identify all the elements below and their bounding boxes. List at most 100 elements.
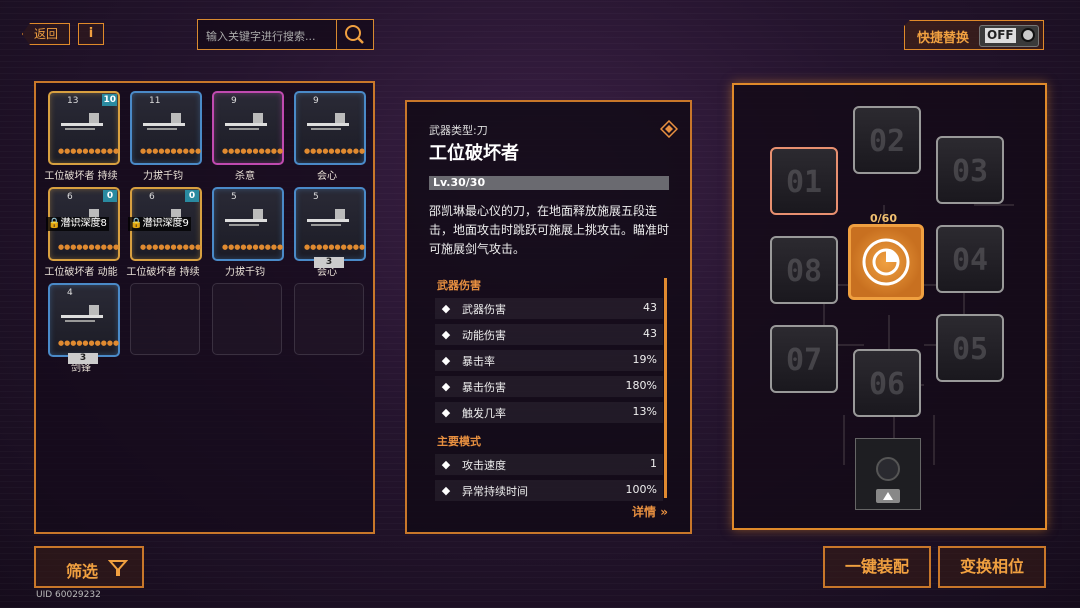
weapon-name: 工位破坏者 — [429, 143, 519, 164]
module-slot[interactable]: 08 — [770, 236, 838, 304]
stat-row: ◆ 攻击速度 1 — [435, 454, 663, 475]
scrollbar[interactable] — [664, 278, 667, 498]
stat-value: 1 — [650, 457, 657, 470]
stat-row: ◆ 武器伤害 43 — [435, 298, 663, 319]
duration-icon: ◆ — [441, 484, 451, 497]
item-rank-dots: ●●●●●●●●●● — [222, 243, 284, 251]
item-count: 3 — [314, 257, 344, 268]
module-slot[interactable]: 06 — [853, 349, 921, 417]
item-rank-dots: ●●●●●●●●●● — [304, 243, 366, 251]
slot-number: 05 — [951, 332, 989, 367]
lightning-icon: ◆ — [441, 406, 451, 419]
stat-row: ◆ 暴击率 19% — [435, 350, 663, 371]
item-name: 工位破坏者 持续 — [126, 267, 200, 278]
empty-inventory-slot — [130, 283, 200, 355]
module-slot[interactable]: 04 — [936, 225, 1004, 293]
slot-number: 07 — [785, 343, 823, 378]
extra-slot-icon — [876, 457, 900, 503]
slot-number: 01 — [785, 165, 823, 200]
diamond-icon — [660, 120, 678, 138]
item-rank-dots: ●●●●●●●●●● — [140, 147, 202, 155]
item-level: 6 — [149, 192, 155, 202]
inventory-item[interactable]: 11 ●●●●●●●●●● — [130, 91, 202, 165]
stat-name: 暴击伤害 — [462, 381, 506, 394]
stat-name: 暴击率 — [462, 355, 495, 368]
inventory-item[interactable]: 13 10 ●●●●●●●●●● — [48, 91, 120, 165]
module-slot[interactable]: 03 — [936, 136, 1004, 204]
stat-value: 43 — [643, 327, 657, 340]
item-rank-dots: ●●●●●●●●●● — [140, 243, 202, 251]
item-rank-dots: ●●●●●●●●●● — [58, 243, 120, 251]
extra-slot[interactable] — [855, 438, 921, 510]
item-name: 工位破坏者 动能 — [44, 267, 118, 278]
inventory-item[interactable]: 6 0 ●●●●●●●●●● 🔒潜识深度8 — [46, 187, 120, 261]
item-art-icon — [307, 209, 349, 226]
search-icon — [345, 25, 364, 44]
item-level: 5 — [313, 192, 319, 202]
core-module[interactable] — [848, 224, 924, 300]
item-art-icon — [225, 113, 267, 130]
module-slot[interactable]: 01 — [770, 147, 838, 215]
user-id: UID 60029232 — [36, 590, 101, 600]
search-input[interactable] — [204, 26, 336, 46]
item-level: 4 — [67, 288, 73, 298]
inventory-item[interactable]: 5 ●●●●●●●●●● 3 — [294, 187, 366, 268]
crit-rate-icon: ◆ — [441, 354, 451, 367]
slot-number: 06 — [868, 367, 906, 402]
filter-label: 筛选 — [66, 562, 99, 581]
section-damage-title: 武器伤害 — [437, 279, 481, 292]
slot-number: 02 — [868, 124, 906, 159]
info-button[interactable]: i — [78, 23, 104, 45]
inventory-item[interactable]: 9 ●●●●●●●●●● — [212, 91, 284, 165]
item-lock-label: 🔒潜识深度9 — [128, 217, 191, 231]
inventory-item[interactable]: 6 0 ●●●●●●●●●● 🔒潜识深度9 — [128, 187, 202, 261]
double-chevron-icon: » — [660, 505, 668, 519]
back-button[interactable]: 返回 — [22, 23, 70, 45]
item-rank-dots: ●●●●●●●●●● — [58, 339, 120, 347]
level-text: Lv.30/30 — [433, 176, 486, 189]
filter-button[interactable]: 筛选 — [34, 546, 144, 588]
stat-name: 动能伤害 — [462, 329, 506, 342]
item-count: 3 — [68, 353, 98, 364]
stat-name: 武器伤害 — [462, 303, 506, 316]
stat-value: 13% — [632, 405, 657, 418]
empty-inventory-slot — [212, 283, 282, 355]
stat-value: 19% — [632, 353, 657, 366]
item-name: 会心 — [317, 171, 337, 182]
stat-name: 异常持续时间 — [462, 485, 528, 498]
details-link[interactable]: 详情 » — [632, 503, 668, 520]
module-slot[interactable]: 07 — [770, 325, 838, 393]
empty-inventory-slot — [294, 283, 364, 355]
stat-row: ◆ 暴击伤害 180% — [435, 376, 663, 397]
stat-value: 100% — [625, 483, 657, 496]
toggle-knob — [1021, 28, 1035, 42]
one-key-equip-button[interactable]: 一键装配 — [823, 546, 931, 588]
search-button[interactable] — [336, 20, 373, 49]
inventory-item[interactable]: 5 ●●●●●●●●●● — [212, 187, 284, 261]
module-slot[interactable]: 02 — [853, 106, 921, 174]
stat-name: 触发几率 — [462, 407, 506, 420]
crit-damage-icon: ◆ — [441, 380, 451, 393]
quick-replace-toggle[interactable]: OFF — [979, 25, 1039, 47]
stat-row: ◆ 异常持续时间 100% — [435, 480, 663, 501]
item-badge: 10 — [102, 94, 117, 106]
stat-value: 180% — [625, 379, 657, 392]
item-art-icon — [225, 209, 267, 226]
stat-value: 43 — [643, 301, 657, 314]
item-art-icon — [307, 113, 349, 130]
inventory-item[interactable]: 9 ●●●●●●●●●● — [294, 91, 366, 165]
stat-row: ◆ 触发几率 13% — [435, 402, 663, 423]
level-bar: Lv.30/30 — [429, 176, 669, 190]
slot-number: 08 — [785, 254, 823, 289]
module-slot[interactable]: 05 — [936, 314, 1004, 382]
section-mode-title: 主要模式 — [437, 435, 481, 448]
slot-number: 03 — [951, 154, 989, 189]
inventory-panel: 工位破坏者 持续 13 10 ●●●●●●●●●● 力拔千钧 11 ●●●●●●●●●● 杀意… — [34, 81, 375, 534]
item-level: 9 — [313, 96, 319, 106]
inventory-item[interactable]: 4 ●●●●●●●●●● 3 — [48, 283, 120, 364]
weapon-detail-panel: 武器类型:刀 工位破坏者 Lv.30/30 邵凯琳最心仪的刀，在地面释放施展五段… — [405, 100, 692, 534]
phase-switch-button[interactable]: 变换相位 — [938, 546, 1046, 588]
weapon-type: 武器类型:刀 — [429, 124, 488, 137]
item-level: 5 — [231, 192, 237, 202]
details-link-label: 详情 — [632, 505, 657, 519]
